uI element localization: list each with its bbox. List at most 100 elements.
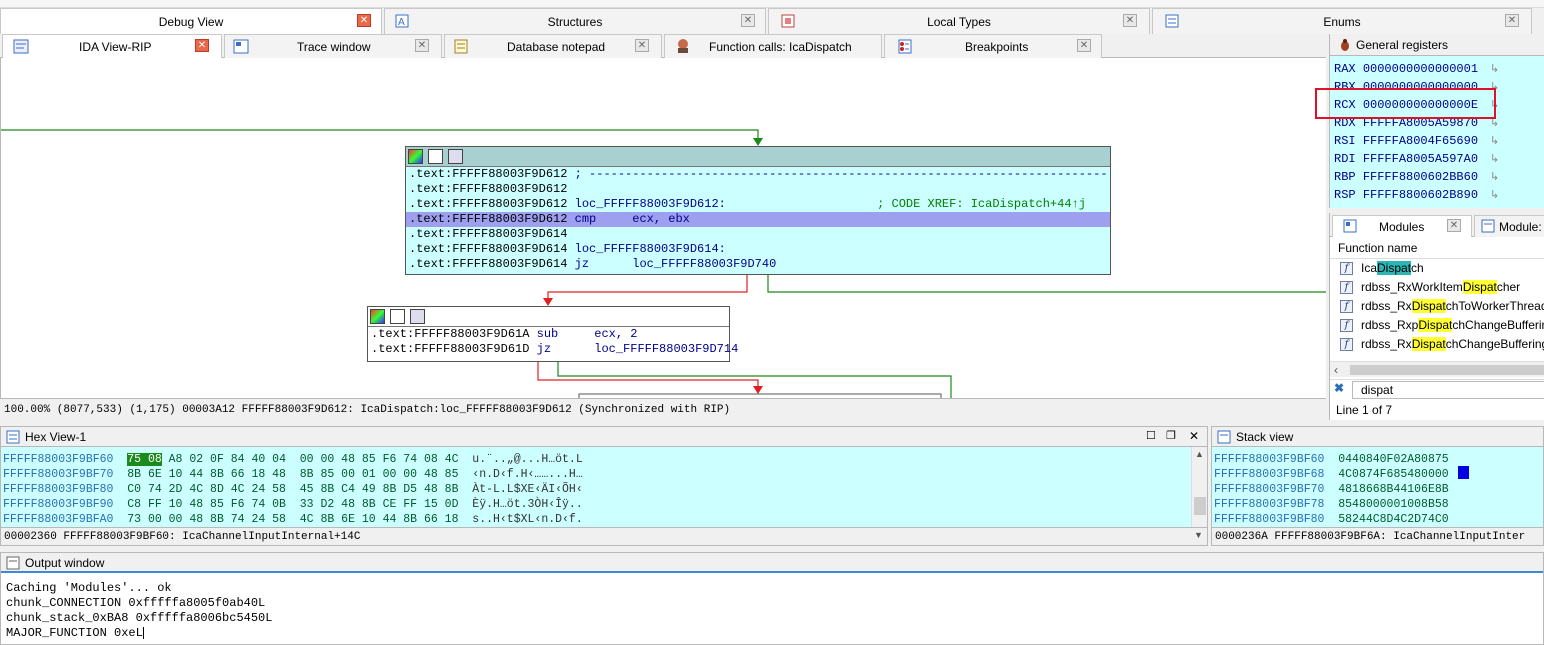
function-list-item[interactable]: f rdbss_RxWorkItemDispatcher: [1330, 278, 1544, 297]
graph-view[interactable]: .text:FFFFF88003F9D612 ; ---------------…: [0, 58, 1326, 398]
function-list-item[interactable]: f rdbss_RxDispatchToWorkerThread: [1330, 297, 1544, 316]
register-row-rsi[interactable]: RSI FFFFFA8004F65690 ↳: [1334, 134, 1499, 152]
stack-row[interactable]: FFFFF88003F9BF60 0440840F02A80875: [1214, 452, 1449, 467]
hex-selected-bytes[interactable]: 75 08: [127, 453, 162, 466]
register-value[interactable]: FFFFFA8004F65690: [1363, 134, 1478, 148]
close-icon[interactable]: ✕: [357, 14, 371, 27]
hex-ascii[interactable]: ‹n.D‹f.H‹……...H…: [459, 468, 582, 481]
graph-icon[interactable]: [410, 309, 425, 324]
graph-icon[interactable]: [448, 149, 463, 164]
tab-label: IDA View-RIP: [79, 40, 152, 54]
close-icon[interactable]: ✕: [415, 39, 429, 52]
tab-enums[interactable]: Enums ✕: [1152, 8, 1532, 34]
tab-module-detail[interactable]: Module: I: [1474, 215, 1544, 237]
jump-arrow-icon[interactable]: ↳: [1490, 154, 1499, 166]
hex-row[interactable]: FFFFF88003F9BF80 C0 74 2D 4C 8D 4C 24 58…: [3, 482, 583, 497]
scrollbar-thumb[interactable]: [1350, 365, 1544, 375]
chevron-up-icon[interactable]: ▲: [1195, 449, 1204, 459]
code-block-1[interactable]: .text:FFFFF88003F9D612 ; ---------------…: [405, 146, 1111, 275]
jump-arrow-icon[interactable]: ↳: [1490, 172, 1499, 184]
clear-filter-icon[interactable]: ✖: [1334, 381, 1344, 395]
close-icon[interactable]: ✕: [1189, 429, 1199, 443]
vertical-scrollbar[interactable]: ▲: [1191, 447, 1207, 527]
edit-icon[interactable]: [428, 149, 443, 164]
register-value[interactable]: 0000000000000001: [1363, 62, 1478, 76]
scrollbar-thumb[interactable]: [1194, 497, 1206, 515]
code-line[interactable]: .text:FFFFF88003F9D612 loc_FFFFF88003F9D…: [406, 197, 1110, 212]
close-icon[interactable]: ✕: [741, 14, 755, 27]
jump-arrow-icon[interactable]: ↳: [1490, 64, 1499, 76]
jump-arrow-icon[interactable]: ↳: [1490, 118, 1499, 130]
hex-ascii[interactable]: u.¨..„@...H…öt.L: [459, 453, 582, 466]
color-icon[interactable]: [408, 149, 423, 164]
tab-debug-view[interactable]: Debug View ✕: [0, 8, 382, 34]
hex-row[interactable]: FFFFF88003F9BF90 C8 FF 10 48 85 F6 74 0B…: [3, 497, 583, 512]
hex-ascii[interactable]: Àt-L.L$XE‹ÄI‹ÕH‹: [459, 483, 582, 496]
stack-row[interactable]: FFFFF88003F9BF68 4C0874F685480000: [1214, 467, 1449, 482]
chevron-down-icon[interactable]: ▼: [1194, 530, 1203, 540]
jump-arrow-icon[interactable]: ↳: [1490, 190, 1499, 202]
hex-ascii[interactable]: Èÿ.H…öt.3ÒH‹Îÿ..: [459, 498, 582, 511]
stack-value[interactable]: 4C0874F685480000: [1338, 468, 1448, 481]
close-icon[interactable]: ✕: [635, 39, 649, 52]
hex-row[interactable]: FFFFF88003F9BF70 8B 6E 10 44 8B 66 18 48…: [3, 467, 583, 482]
stack-row[interactable]: FFFFF88003F9BF78 8548000001008B58: [1214, 497, 1449, 512]
stack-row[interactable]: FFFFF88003F9BF70 4818668B44106E8B: [1214, 482, 1449, 497]
code-block-2[interactable]: .text:FFFFF88003F9D61A sub ecx, 2 .text:F…: [367, 306, 738, 362]
tab-trace-window[interactable]: Trace window ✕: [224, 34, 442, 58]
close-icon[interactable]: ✕: [1077, 39, 1091, 52]
jump-arrow-icon[interactable]: ↳: [1490, 136, 1499, 148]
filter-input[interactable]: dispat: [1352, 381, 1544, 399]
tab-function-calls[interactable]: Function calls: IcaDispatch: [664, 34, 882, 58]
code-line[interactable]: .text:FFFFF88003F9D612 cmp ecx, ebx: [406, 212, 1110, 227]
code-line[interactable]: .text:FFFFF88003F9D614 jz loc_FFFFF88003…: [406, 257, 1110, 272]
close-icon[interactable]: ✕: [1505, 14, 1519, 27]
close-icon[interactable]: ✕: [195, 39, 209, 52]
register-row-rdi[interactable]: RDI FFFFFA8005A597A0 ↳: [1334, 152, 1499, 170]
function-list-item[interactable]: f rdbss_RxpDispatchChangeBuffering: [1330, 316, 1544, 335]
register-row-rax[interactable]: RAX 0000000000000001 ↳: [1334, 62, 1499, 80]
stack-value[interactable]: 0440840F02A80875: [1338, 453, 1448, 466]
hex-bytes[interactable]: 8B 6E 10 44 8B 66 18 48 8B 85 00 01 00 0…: [127, 468, 458, 481]
stack-row[interactable]: FFFFF88003F9BF80 58244C8D4C2D74C0: [1214, 512, 1449, 527]
stack-value[interactable]: 4818668B44106E8B: [1338, 483, 1448, 496]
tab-local-types[interactable]: Local Types ✕: [768, 8, 1150, 34]
restore-icon[interactable]: ❐: [1166, 429, 1176, 442]
hex-row[interactable]: FFFFF88003F9BF60 75 08 A8 02 0F 84 40 04…: [3, 452, 583, 467]
register-value[interactable]: FFFFF8800602B890: [1363, 188, 1478, 202]
code-line[interactable]: .text:FFFFF88003F9D612 ; ---------------…: [406, 167, 1110, 182]
tab-modules[interactable]: Modules ✕: [1332, 215, 1472, 237]
code-line[interactable]: .text:FFFFF88003F9D61D jz loc_FFFFF88003…: [368, 342, 738, 357]
close-icon[interactable]: ✕: [1447, 219, 1461, 232]
tab-breakpoints[interactable]: Breakpoints ✕: [884, 34, 1102, 58]
register-value[interactable]: FFFFF8800602BB60: [1363, 170, 1478, 184]
color-icon[interactable]: [370, 309, 385, 324]
code-line[interactable]: .text:FFFFF88003F9D614 loc_FFFFF88003F9D…: [406, 242, 1110, 257]
code-instruction: loc_FFFFF88003F9D614:: [567, 242, 726, 256]
function-list-item[interactable]: f rdbss_RxDispatchChangeBufferingS: [1330, 335, 1544, 354]
column-header-function-name[interactable]: Function name: [1330, 237, 1544, 259]
hex-bytes[interactable]: C0 74 2D 4C 8D 4C 24 58 45 8B C4 49 8B D…: [127, 483, 458, 496]
register-value[interactable]: FFFFFA8005A597A0: [1363, 152, 1478, 166]
register-row-rbp[interactable]: RBP FFFFF8800602BB60 ↳: [1334, 170, 1499, 188]
maximize-icon[interactable]: ☐: [1146, 429, 1156, 442]
hex-row[interactable]: FFFFF88003F9BFA0 73 00 00 48 8B 74 24 58…: [3, 512, 583, 527]
register-row-rsp[interactable]: RSP FFFFF8800602B890 ↳: [1334, 188, 1499, 206]
stack-value[interactable]: 58244C8D4C2D74C0: [1338, 513, 1448, 526]
edit-icon[interactable]: [390, 309, 405, 324]
code-line[interactable]: .text:FFFFF88003F9D61A sub ecx, 2: [368, 327, 729, 342]
function-list-item[interactable]: f IcaDispatch: [1330, 259, 1544, 278]
close-icon[interactable]: ✕: [1123, 14, 1137, 27]
code-line[interactable]: .text:FFFFF88003F9D614: [406, 227, 1110, 242]
chevron-left-icon[interactable]: ‹: [1334, 363, 1338, 377]
tab-database-notepad[interactable]: Database notepad ✕: [444, 34, 662, 58]
horizontal-scrollbar[interactable]: ‹: [1330, 361, 1544, 377]
hex-bytes[interactable]: C8 FF 10 48 85 F6 74 0B 33 D2 48 8B CE F…: [127, 498, 458, 511]
hex-bytes[interactable]: 73 00 00 48 8B 74 24 58 4C 8B 6E 10 44 8…: [127, 513, 458, 526]
hex-bytes[interactable]: A8 02 0F 84 40 04 00 00 48 85 F6 74 08 4…: [162, 453, 459, 466]
stack-value[interactable]: 8548000001008B58: [1338, 498, 1448, 511]
hex-ascii[interactable]: s..H‹t$XL‹n.D‹f.: [459, 513, 582, 526]
tab-ida-view-rip[interactable]: IDA View-RIP ✕: [2, 34, 222, 58]
code-line[interactable]: .text:FFFFF88003F9D612: [406, 182, 1110, 197]
tab-structures[interactable]: A Structures ✕: [384, 8, 766, 34]
